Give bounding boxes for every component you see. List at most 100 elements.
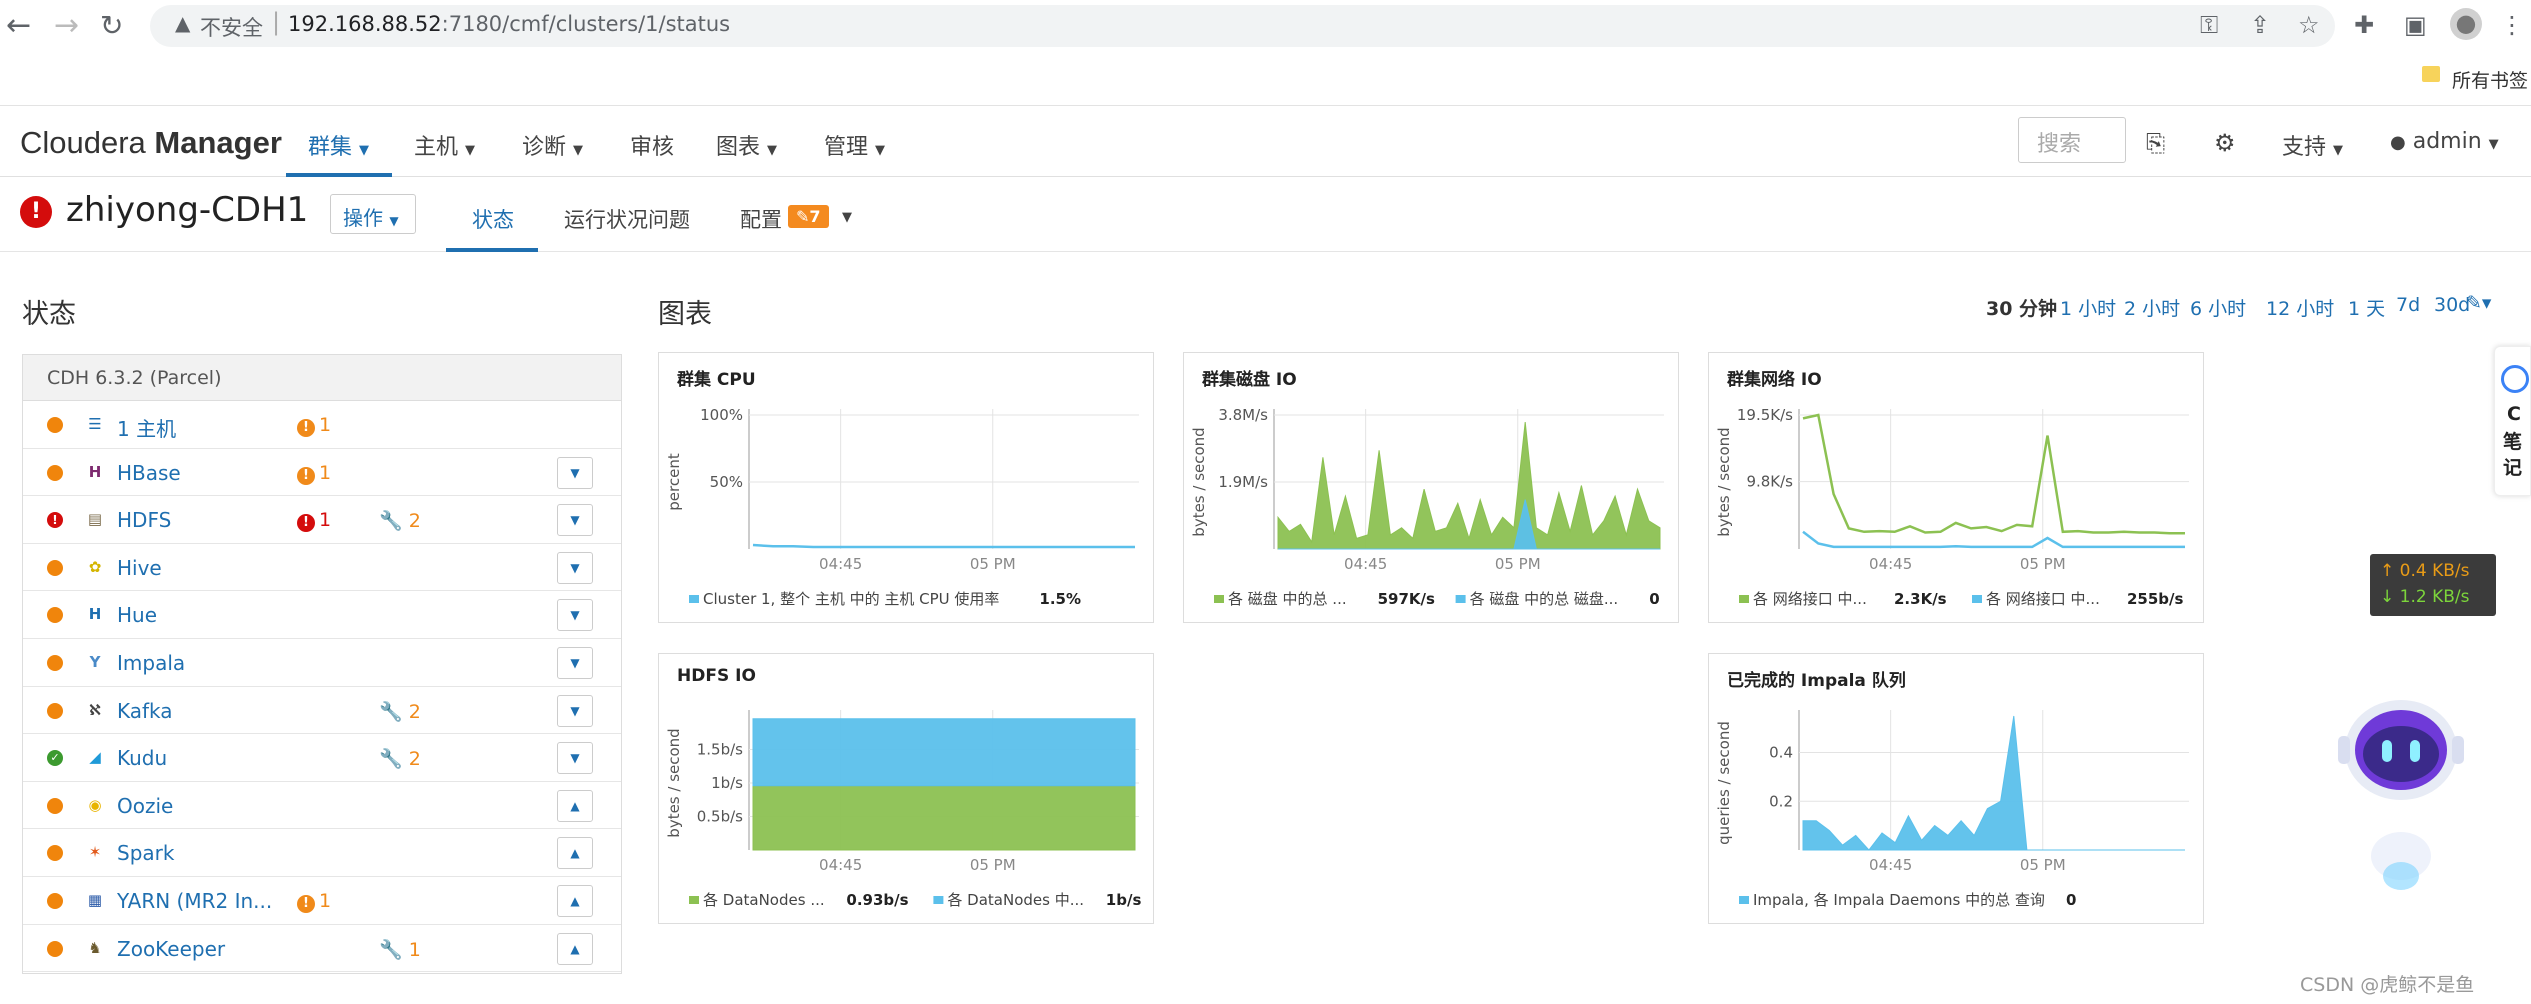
service-name-link[interactable]: Kafka [117,699,173,723]
service-actions-dropdown[interactable]: ▼ [557,456,593,489]
chart-card-cpu[interactable]: 群集 CPU 100% 50% 04:45 05 PM percent Cluster 1,… [658,352,1154,623]
nav-hosts[interactable]: 主机 ▼ [414,129,475,161]
service-name-link[interactable]: HBase [117,461,181,485]
service-row[interactable]: ℵ Kafka 🔧 2 ▼ [23,687,621,735]
config-issues-badge[interactable]: ✎7 [788,205,829,228]
config-issue-count[interactable]: 🔧 2 [379,700,421,723]
service-name-link[interactable]: ZooKeeper [117,937,225,961]
share-icon[interactable]: ⇪ [2250,10,2270,40]
extensions-icon[interactable]: ✚ [2354,10,2374,40]
time-range-option[interactable]: 30 分钟 [1986,294,2057,321]
legend-series-name[interactable]: 各 DataNodes ... [703,891,825,909]
caret-down-icon[interactable]: ▼ [842,210,852,225]
legend-series-name[interactable]: 各 网络接口 中... [1986,590,2100,608]
time-range-option[interactable]: 6 小时 [2190,294,2246,321]
legend-series-name[interactable]: 各 网络接口 中... [1753,590,1867,608]
service-actions-dropdown[interactable]: ▲ [557,885,593,917]
service-actions-dropdown[interactable]: ▼ [557,647,593,679]
service-row[interactable]: H HBase! 1 ▼ [23,449,621,497]
robot-assistant-icon[interactable] [2338,696,2464,896]
reload-icon[interactable]: ↻ [100,6,123,46]
search-input[interactable]: 搜索 [2018,117,2126,163]
edit-pencil-icon[interactable]: ✎▾ [2466,292,2491,314]
tab-health-issues[interactable]: 运行状况问题 [564,204,690,234]
menu-kebab-icon[interactable]: ⋮ [2500,10,2524,40]
chart-card-disk[interactable]: 群集磁盘 IO 3.8M/s 1.9M/s 04:45 05 PM bytes / sec… [1183,352,1679,623]
service-row[interactable]: ✓ ◢ Kudu 🔧 2 ▼ [23,734,621,782]
time-range-option[interactable]: 1 天 [2348,294,2385,321]
service-name-link[interactable]: Oozie [117,794,173,818]
legend-series-name[interactable]: Impala, 各 Impala Daemons 中的总 查询 [1753,891,2045,909]
service-row[interactable]: ✶ Spark ▲ [23,829,621,877]
service-actions-dropdown[interactable]: ▲ [557,789,593,822]
legend-series-name[interactable]: Cluster 1, 整个 主机 中的 主机 CPU 使用率 [703,590,999,608]
actions-button[interactable]: 操作 ▼ [330,194,416,234]
service-name-link[interactable]: YARN (MR2 In... [117,889,272,913]
service-actions-dropdown[interactable]: ▼ [557,599,593,632]
legend-series-name[interactable]: 各 磁盘 中的总 磁盘... [1470,590,1619,608]
service-row[interactable]: ☰ 1 主机! 1 [23,401,621,449]
service-name-link[interactable]: Spark [117,841,174,865]
config-issue-count[interactable]: 🔧 2 [379,747,421,770]
security-label[interactable]: 不安全 [200,12,263,42]
config-issue-count[interactable]: 🔧 2 [379,509,421,532]
url-text[interactable]: 192.168.88.52:7180/cmf/clusters/1/status [288,12,730,36]
legend-series-name[interactable]: 各 DataNodes 中... [947,891,1084,909]
nav-support[interactable]: 支持 ▼ [2282,129,2343,161]
health-alert-count[interactable]: ! 1 [297,509,331,533]
time-range-option[interactable]: 2 小时 [2124,294,2180,321]
service-actions-dropdown[interactable]: ▲ [557,932,593,965]
forward-icon[interactable]: → [54,6,79,46]
legend-series-name[interactable]: 各 磁盘 中的总 ... [1228,590,1347,608]
nav-audits[interactable]: 审核 [630,129,674,161]
running-commands-icon[interactable]: ⚙ [2214,129,2236,157]
chart-card-net[interactable]: 群集网络 IO 19.5K/s 9.8K/s 04:45 05 PM bytes / se… [1708,352,2204,623]
config-issue-count[interactable]: 🔧 1 [379,938,421,961]
health-alert-count[interactable]: ! 1 [297,890,331,913]
star-icon[interactable]: ☆ [2298,10,2320,40]
service-row[interactable]: ✿ Hive ▼ [23,544,621,592]
service-row[interactable]: ♞ ZooKeeper 🔧 1 ▲ [23,925,621,973]
service-actions-dropdown[interactable]: ▲ [557,837,593,870]
back-icon[interactable]: ← [6,6,31,46]
nav-diagnostics[interactable]: 诊断 ▼ [522,129,583,161]
service-name-link[interactable]: Hue [117,603,157,627]
service-name-link[interactable]: Kudu [117,746,167,770]
time-range-option[interactable]: 1 小时 [2060,294,2116,321]
profile-icon[interactable]: ● [2450,8,2482,40]
service-row[interactable]: H Hue ▼ [23,591,621,639]
service-row[interactable]: ! ▤ HDFS! 1 🔧 2 ▼ [23,496,621,544]
service-row[interactable]: Y Impala ▼ [23,639,621,687]
key-icon[interactable]: ⚿ [2200,10,2218,40]
nav-charts[interactable]: 图表 ▼ [716,129,777,161]
network-speed-widget[interactable]: ↑ 0.4 KB/s ↓ 1.2 KB/s [2370,554,2496,616]
time-range-option[interactable]: 30d [2434,294,2470,316]
service-name-link[interactable]: Impala [117,651,185,675]
bookmarks-label[interactable]: 所有书签 [2452,66,2528,93]
tab-configuration[interactable]: 配置 [740,204,782,234]
service-row[interactable]: ▦ YARN (MR2 In...! 1 ▲ [23,877,621,925]
parcel-gift-icon[interactable]: ⎘ [2146,129,2165,157]
service-actions-dropdown[interactable]: ▼ [557,551,593,584]
nav-clusters[interactable]: 群集 ▼ [308,129,369,161]
service-name-link[interactable]: HDFS [117,508,171,532]
nav-admin[interactable]: 管理 ▼ [824,129,885,161]
service-actions-dropdown[interactable]: ▼ [557,694,593,727]
chart-card-impala[interactable]: 已完成的 Impala 队列 0.4 0.2 04:45 05 PM queries / … [1708,653,2204,924]
sidepanel-icon[interactable]: ▣ [2404,10,2427,40]
tab-status[interactable]: 状态 [472,204,514,234]
service-actions-dropdown[interactable]: ▼ [557,742,593,775]
brand-logo[interactable]: Cloudera Manager [20,125,282,161]
time-range-option[interactable]: 12 小时 [2266,294,2334,321]
nav-user[interactable]: ● admin ▼ [2390,129,2499,154]
service-actions-dropdown[interactable]: ▼ [557,504,593,537]
service-row[interactable]: ◉ Oozie ▲ [23,782,621,830]
service-name-link[interactable]: 1 主机 [117,413,176,442]
warning-icon[interactable]: ▲ [175,11,190,35]
health-alert-count[interactable]: ! 1 [297,462,331,485]
service-name-link[interactable]: Hive [117,556,162,580]
health-alert-count[interactable]: ! 1 [297,414,331,437]
chart-card-hdfs[interactable]: HDFS IO 1.5b/s 1b/s 0.5b/s 04:45 05 PM bytes /… [658,653,1154,924]
time-range-option[interactable]: 7d [2396,294,2420,316]
note-sidebar-tab[interactable]: C 笔 记 [2494,346,2531,496]
